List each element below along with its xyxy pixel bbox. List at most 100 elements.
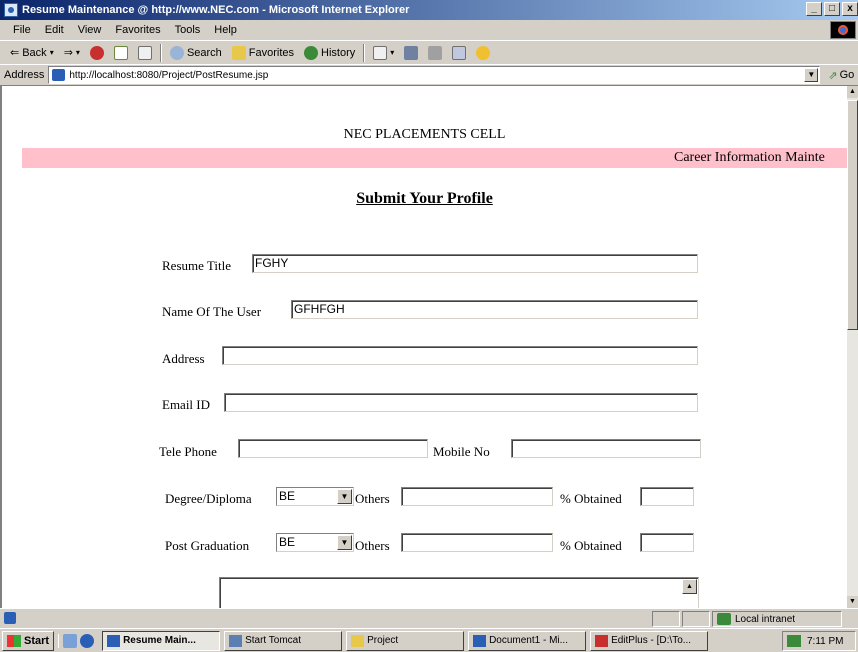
start-button[interactable]: Start — [2, 630, 55, 651]
task-button[interactable]: EditPlus - [D:\To... — [590, 630, 709, 651]
minimize-button[interactable]: _ — [806, 2, 822, 16]
form-title: Submit Your Profile — [356, 190, 493, 207]
windows-logo-throbber-icon — [830, 21, 856, 39]
forward-dropdown-icon[interactable]: ▾ — [76, 48, 80, 57]
scroll-down-icon[interactable]: ▼ — [847, 596, 858, 608]
task-label: EditPlus - [D:\To... — [611, 635, 692, 646]
window-title: Resume Maintenance @ http://www.NEC.com … — [22, 4, 410, 16]
pg-percent-label: % Obtained — [560, 538, 622, 553]
home-icon — [137, 45, 152, 60]
task-button[interactable]: Start Tomcat — [224, 630, 343, 651]
degree-percent-input[interactable] — [640, 487, 694, 506]
page-viewport: NEC PLACEMENTS CELL Career Information M… — [0, 86, 847, 608]
address-input[interactable]: http://localhost:8080/Project/PostResume… — [48, 66, 821, 84]
go-arrow-icon: ⇗ — [828, 69, 838, 82]
tomcat-task-icon — [229, 634, 243, 647]
show-desktop-icon[interactable] — [63, 633, 78, 648]
search-button[interactable]: Search — [168, 45, 224, 60]
discuss-button[interactable] — [450, 45, 468, 60]
stop-button[interactable] — [88, 45, 106, 60]
history-label: History — [321, 46, 356, 59]
favorites-label: Favorites — [248, 46, 295, 59]
pg-others-input[interactable] — [401, 533, 553, 552]
scroll-up-icon[interactable]: ▲ — [847, 86, 858, 98]
task-button[interactable]: Document1 - Mi... — [468, 630, 587, 651]
home-button[interactable] — [136, 45, 154, 60]
degree-select[interactable]: BE ▼ — [276, 487, 354, 506]
menu-favorites[interactable]: Favorites — [108, 24, 167, 36]
telephone-input[interactable] — [238, 439, 428, 458]
zone-label: Local intranet — [735, 613, 796, 625]
page-scrollbar[interactable]: ▲ ▼ — [847, 86, 858, 608]
back-label: Back — [22, 46, 47, 59]
scrollbar-thumb[interactable] — [847, 100, 858, 330]
ie-quicklaunch-icon[interactable] — [80, 633, 95, 648]
refresh-button[interactable] — [112, 45, 130, 60]
mail-dropdown-icon[interactable]: ▾ — [390, 48, 394, 57]
back-button[interactable]: ⇐ Back ▾ — [8, 46, 56, 60]
mobile-label: Mobile No — [433, 444, 490, 459]
print-icon — [404, 45, 419, 60]
quick-launch — [58, 633, 98, 648]
marquee-band: Career Information Mainte — [22, 148, 847, 168]
menu-edit[interactable]: Edit — [38, 24, 71, 36]
degree-others-input[interactable] — [401, 487, 553, 506]
word-task-icon — [473, 634, 487, 647]
history-button[interactable]: History — [302, 45, 357, 60]
favorites-folder-icon — [231, 45, 246, 60]
user-name-input[interactable]: GFHFGH — [291, 300, 698, 319]
pg-label: Post Graduation — [165, 538, 250, 553]
folder-task-icon — [351, 634, 365, 647]
mail-icon — [373, 45, 388, 60]
stop-icon — [89, 45, 104, 60]
intranet-zone-icon — [717, 613, 731, 625]
start-label: Start — [24, 634, 50, 647]
toolbar-separator — [363, 43, 366, 62]
system-tray: 7:11 PM — [782, 631, 856, 651]
pg-select[interactable]: BE ▼ — [276, 533, 354, 552]
page-header: NEC PLACEMENTS CELL — [343, 127, 506, 142]
task-button[interactable]: Project — [346, 630, 465, 651]
textarea-scroll-up-icon[interactable]: ▲ — [682, 579, 697, 594]
back-dropdown-icon[interactable]: ▾ — [50, 48, 54, 57]
address-bar: Address http://localhost:8080/Project/Po… — [0, 64, 858, 86]
menu-tools[interactable]: Tools — [168, 24, 208, 36]
task-button[interactable]: Resume Main... — [102, 630, 221, 651]
print-button[interactable] — [402, 45, 420, 60]
windows-logo-icon — [7, 634, 21, 647]
status-bar: Local intranet — [0, 608, 858, 628]
history-icon — [304, 45, 319, 60]
resume-title-input[interactable]: FGHY — [252, 254, 698, 273]
skills-textarea[interactable]: ▲ — [219, 577, 699, 608]
status-ie-icon — [4, 612, 16, 624]
maximize-button[interactable]: □ — [824, 2, 840, 16]
pg-percent-input[interactable] — [640, 533, 694, 552]
menu-view[interactable]: View — [71, 24, 109, 36]
address-dropdown-icon[interactable]: ▼ — [804, 68, 819, 82]
pg-dropdown-icon[interactable]: ▼ — [337, 535, 352, 550]
mobile-input[interactable] — [511, 439, 701, 458]
user-name-label: Name Of The User — [162, 304, 262, 319]
search-icon — [169, 45, 184, 60]
email-input[interactable] — [224, 393, 698, 412]
menu-help[interactable]: Help — [207, 24, 244, 36]
window-titlebar: Resume Maintenance @ http://www.NEC.com … — [0, 0, 858, 20]
address-url: http://localhost:8080/Project/PostResume… — [69, 69, 269, 81]
go-button[interactable]: ⇗ Go — [828, 69, 854, 82]
edit-button[interactable] — [426, 45, 444, 60]
mail-button[interactable]: ▾ — [371, 45, 396, 60]
messenger-button[interactable] — [474, 45, 492, 60]
menu-file[interactable]: File — [6, 24, 38, 36]
close-button[interactable]: x — [842, 2, 858, 16]
favorites-button[interactable]: Favorites — [230, 45, 296, 60]
security-zone: Local intranet — [712, 611, 842, 627]
page-icon — [52, 69, 66, 81]
status-pane — [652, 611, 680, 627]
toolbar-separator — [159, 43, 162, 62]
forward-arrow-icon: ⇒ — [63, 47, 73, 59]
network-tray-icon[interactable] — [787, 635, 801, 647]
forward-button[interactable]: ⇒ ▾ — [62, 46, 82, 59]
email-label: Email ID — [162, 397, 211, 412]
address-field-input[interactable] — [222, 346, 698, 365]
degree-dropdown-icon[interactable]: ▼ — [337, 489, 352, 504]
